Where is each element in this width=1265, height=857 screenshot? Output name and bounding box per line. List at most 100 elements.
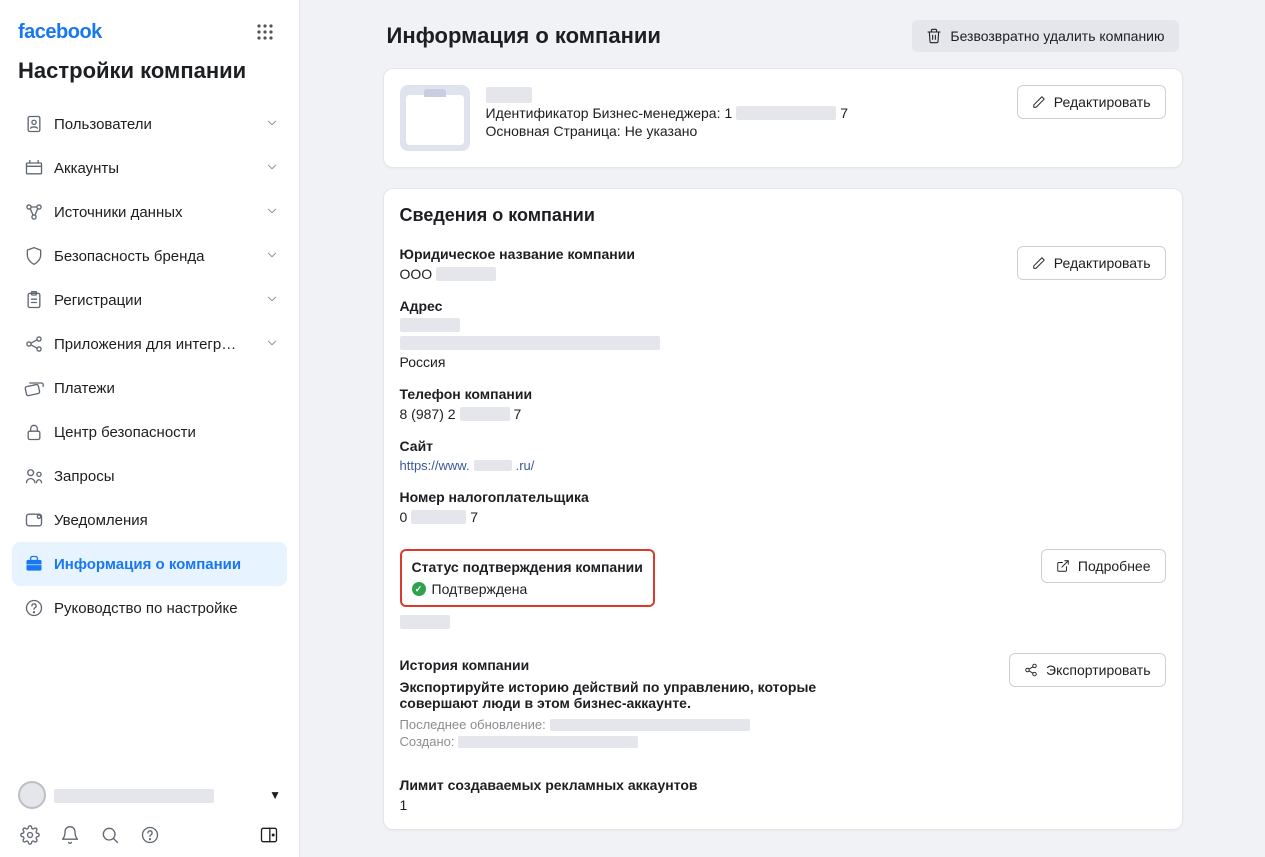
notifications-button[interactable] <box>58 823 82 847</box>
verification-extra-placeholder <box>400 615 450 629</box>
sidebar-item-2[interactable]: Источники данных <box>12 190 287 234</box>
export-history-button[interactable]: Экспортировать <box>1009 653 1165 687</box>
legal-name-placeholder <box>436 267 496 281</box>
chevron-down-icon <box>265 116 279 133</box>
sidebar-item-label: Аккаунты <box>54 160 265 177</box>
share-icon <box>1024 663 1038 677</box>
grid-icon <box>256 23 274 41</box>
main-content: Информация о компании Безвозвратно удали… <box>300 0 1265 857</box>
business-manager-id-placeholder <box>736 106 836 120</box>
integrations-icon <box>20 334 48 354</box>
sidebar-item-label: Запросы <box>54 468 279 485</box>
shield-icon <box>20 246 48 266</box>
delete-company-button[interactable]: Безвозвратно удалить компанию <box>912 20 1178 52</box>
main-page-label: Основная Страница: <box>486 123 621 139</box>
verification-status-label: Статус подтверждения компании <box>412 559 643 575</box>
company-name-placeholder <box>486 87 532 103</box>
edit-details-button[interactable]: Редактировать <box>1017 246 1166 280</box>
sidebar-heading: Настройки компании <box>18 58 281 84</box>
lock-icon <box>20 422 48 442</box>
sidebar-item-0[interactable]: Пользователи <box>12 102 287 146</box>
history-created-label: Создано: <box>400 734 455 749</box>
sidebar-item-label: Информация о компании <box>54 556 279 573</box>
legal-name-prefix: ООО <box>400 266 433 282</box>
sidebar-item-8[interactable]: Запросы <box>12 454 287 498</box>
company-logo <box>400 85 470 151</box>
external-link-icon <box>1056 559 1070 573</box>
caret-down-icon: ▼ <box>269 788 281 802</box>
site-suffix: .ru/ <box>516 458 535 473</box>
requests-icon <box>20 466 48 486</box>
history-description: Экспортируйте историю действий по управл… <box>400 679 820 711</box>
verification-status-box: Статус подтверждения компании ✓ Подтверж… <box>400 549 655 607</box>
phone-label: Телефон компании <box>400 386 1166 402</box>
account-name-placeholder <box>54 789 214 803</box>
users-icon <box>20 114 48 134</box>
business-manager-id-label: Идентификатор Бизнес-менеджера: <box>486 105 721 121</box>
edit-summary-button[interactable]: Редактировать <box>1017 85 1166 119</box>
accounts-icon <box>20 158 48 178</box>
clipboard-icon <box>20 290 48 310</box>
sidebar-item-7[interactable]: Центр безопасности <box>12 410 287 454</box>
sidebar-item-9[interactable]: Уведомления <box>12 498 287 542</box>
account-switcher[interactable]: ▼ <box>12 775 287 815</box>
help-circle-icon <box>20 598 48 618</box>
sidebar-item-5[interactable]: Приложения для интегр… <box>12 322 287 366</box>
address-label: Адрес <box>400 298 1166 314</box>
company-summary-card: Идентификатор Бизнес-менеджера: 17 Основ… <box>383 68 1183 168</box>
notifications-box-icon <box>20 510 48 530</box>
site-prefix: https://www. <box>400 458 470 473</box>
chevron-down-icon <box>265 292 279 309</box>
apps-grid-button[interactable] <box>249 16 281 48</box>
chevron-down-icon <box>265 248 279 265</box>
trash-icon <box>926 28 942 44</box>
sidebar-collapse-icon <box>259 825 279 845</box>
panel-toggle-button[interactable] <box>257 823 281 847</box>
chevron-down-icon <box>265 204 279 221</box>
phone-placeholder <box>460 407 510 421</box>
history-last-update-placeholder <box>550 719 750 731</box>
sidebar-item-label: Центр безопасности <box>54 424 279 441</box>
sidebar-item-1[interactable]: Аккаунты <box>12 146 287 190</box>
sidebar-item-label: Уведомления <box>54 512 279 529</box>
sidebar-item-label: Приложения для интегр… <box>54 336 265 353</box>
phone-prefix: 8 (987) 2 <box>400 406 456 422</box>
avatar <box>18 781 46 809</box>
tax-id-placeholder <box>411 510 466 524</box>
pencil-icon <box>1032 256 1046 270</box>
chevron-down-icon <box>265 160 279 177</box>
site-label: Сайт <box>400 438 1166 454</box>
facebook-logo: facebook <box>18 21 102 44</box>
company-details-card: Сведения о компании Редактировать Юридич… <box>383 188 1183 830</box>
search-button[interactable] <box>98 823 122 847</box>
help-button[interactable] <box>138 823 162 847</box>
sidebar-item-3[interactable]: Безопасность бренда <box>12 234 287 278</box>
verification-status-value: Подтверждена <box>432 581 528 597</box>
sidebar-item-label: Руководство по настройке <box>54 600 279 617</box>
sidebar-item-11[interactable]: Руководство по настройке <box>12 586 287 630</box>
address-line1-placeholder <box>400 318 460 332</box>
sidebar-item-4[interactable]: Регистрации <box>12 278 287 322</box>
tax-id-prefix: 0 <box>400 509 408 525</box>
search-icon <box>100 825 120 845</box>
site-placeholder <box>474 460 512 471</box>
briefcase-icon <box>20 554 48 574</box>
sidebar-item-label: Безопасность бренда <box>54 248 265 265</box>
sidebar-item-6[interactable]: Платежи <box>12 366 287 410</box>
page-title: Информация о компании <box>387 23 661 49</box>
bell-icon <box>60 825 80 845</box>
tax-id-suffix: 7 <box>470 509 478 525</box>
verification-more-button[interactable]: Подробнее <box>1041 549 1166 583</box>
sidebar-item-label: Источники данных <box>54 204 265 221</box>
address-line2-placeholder <box>400 336 660 350</box>
sidebar-item-label: Регистрации <box>54 292 265 309</box>
sidebar-item-10[interactable]: Информация о компании <box>12 542 287 586</box>
tax-id-label: Номер налогоплательщика <box>400 489 1166 505</box>
verified-check-icon: ✓ <box>412 582 426 596</box>
sidebar-item-label: Пользователи <box>54 116 265 133</box>
gear-icon <box>20 825 40 845</box>
history-created-placeholder <box>458 736 638 748</box>
ad-account-limit-value: 1 <box>400 797 1166 813</box>
settings-button[interactable] <box>18 823 42 847</box>
data-sources-icon <box>20 202 48 222</box>
